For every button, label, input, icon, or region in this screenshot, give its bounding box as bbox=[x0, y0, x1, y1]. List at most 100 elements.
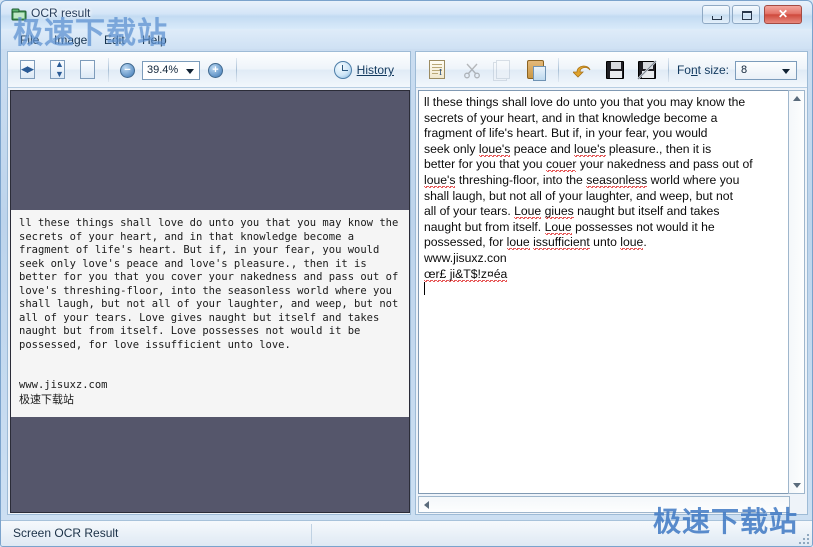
text-run: world where you bbox=[647, 172, 740, 187]
menu-item-help[interactable]: Help bbox=[137, 32, 172, 48]
resize-grip[interactable] bbox=[795, 530, 809, 544]
status-bar: Screen OCR Result bbox=[1, 520, 812, 546]
editor-horizontal-scrollbar[interactable] bbox=[418, 496, 790, 513]
title-bar: OCR result ✕ bbox=[1, 1, 812, 29]
floppy-disk-icon bbox=[606, 61, 624, 79]
zoom-out-icon: − bbox=[124, 64, 131, 76]
text-toolbar-separator bbox=[558, 58, 559, 82]
app-window-icon bbox=[11, 7, 27, 23]
ocr-text-line: fragment of life's heart. But if, in you… bbox=[424, 126, 784, 142]
ocr-text-line: seek only loue's peace and loue's pleasu… bbox=[424, 141, 784, 158]
source-image-viewport[interactable]: ll these things shall love do unto you t… bbox=[10, 90, 410, 513]
actual-size-button[interactable] bbox=[76, 58, 100, 82]
scroll-down-button[interactable] bbox=[789, 478, 804, 493]
text-run: all of your tears. bbox=[424, 204, 515, 219]
undo-button[interactable] bbox=[571, 58, 595, 82]
toolbar-separator-2 bbox=[236, 58, 237, 82]
misspelled-word: loue bbox=[620, 235, 644, 251]
font-size-label-post: t size: bbox=[697, 63, 729, 77]
fit-width-icon: ◀ ▶ bbox=[20, 60, 35, 79]
history-button[interactable]: History bbox=[331, 58, 400, 82]
font-size-combobox[interactable]: 8 bbox=[735, 61, 797, 80]
maximize-icon bbox=[742, 11, 752, 20]
text-run: possesses not would it he bbox=[571, 219, 715, 234]
text-run: threshing-floor, into the bbox=[455, 172, 587, 187]
font-size-label-pre: Fo bbox=[676, 63, 691, 77]
copy-icon bbox=[496, 60, 510, 79]
menu-item-image[interactable]: Image bbox=[49, 32, 92, 48]
select-all-icon: I bbox=[429, 60, 445, 79]
font-size-label-key: n bbox=[690, 63, 698, 77]
misspelled-word: giues bbox=[544, 204, 574, 220]
maximize-button[interactable] bbox=[732, 5, 760, 24]
clipboard-icon bbox=[527, 60, 546, 81]
text-run: naught but itself and takes bbox=[573, 204, 720, 219]
misspelled-word: issufficient bbox=[533, 235, 590, 251]
chevron-down-icon bbox=[186, 69, 194, 74]
image-viewer-panel: ◀ ▶ ▲ ▼ − 39.4% + History ll these thing… bbox=[7, 51, 411, 515]
zoom-in-button[interactable]: + bbox=[208, 63, 223, 78]
ocr-text-line: shall laugh, but not all of your laughte… bbox=[424, 189, 784, 205]
font-size-value: 8 bbox=[741, 64, 748, 76]
text-toolbar: I Font size: 8 bbox=[416, 52, 807, 88]
source-image-watermark: 极速下载站 bbox=[19, 392, 74, 406]
paste-button[interactable] bbox=[524, 58, 548, 82]
minimize-button[interactable] bbox=[702, 5, 730, 24]
text-run: ll these things shall love do unto you t… bbox=[424, 95, 746, 109]
ocr-text-line: possessed, for loue issufficient unto lo… bbox=[424, 235, 784, 251]
fit-width-button[interactable]: ◀ ▶ bbox=[16, 58, 40, 82]
misspelled-word: Loue bbox=[544, 219, 572, 235]
text-run: your nakedness and pass out of bbox=[576, 157, 753, 172]
text-run: fragment of life's heart. But if, in you… bbox=[424, 126, 708, 141]
ocr-text-line: www.jisuxz.con bbox=[424, 251, 784, 267]
misspelled-word: loue's bbox=[478, 141, 511, 157]
misspelled-word: Loue bbox=[514, 204, 542, 220]
misspelled-word: couer bbox=[545, 157, 577, 173]
text-run: naught but from itself. bbox=[424, 219, 545, 234]
undo-arrow-icon bbox=[573, 65, 591, 78]
font-size-label: Font size: bbox=[677, 63, 729, 77]
floppy-disk-save-as-icon bbox=[638, 61, 656, 79]
clock-icon bbox=[333, 61, 352, 79]
menu-item-edit[interactable]: Edit bbox=[99, 32, 130, 48]
toolbar-separator bbox=[108, 58, 109, 82]
scroll-up-button[interactable] bbox=[789, 91, 804, 106]
close-button[interactable]: ✕ bbox=[764, 5, 802, 24]
triangle-left-icon bbox=[424, 500, 429, 509]
triangle-down-icon bbox=[792, 483, 801, 488]
misspelled-word: loue's bbox=[424, 172, 456, 188]
save-button[interactable] bbox=[603, 58, 627, 82]
text-run: peace and bbox=[510, 141, 575, 156]
ocr-text-line: loue's threshing-floor, into the seasonl… bbox=[424, 172, 784, 189]
fit-height-button[interactable]: ▲ ▼ bbox=[46, 58, 70, 82]
text-caret-line bbox=[424, 282, 784, 298]
editor-vertical-scrollbar[interactable] bbox=[788, 90, 805, 494]
copy-button[interactable] bbox=[492, 58, 516, 82]
status-text: Screen OCR Result bbox=[13, 526, 119, 540]
source-image-text: ll these things shall love do unto you t… bbox=[11, 210, 409, 417]
scissors-icon bbox=[464, 63, 480, 79]
text-run: www.jisuxz.con bbox=[424, 250, 507, 265]
ocr-text-content: ll these things shall love do unto you t… bbox=[424, 95, 784, 298]
close-icon: ✕ bbox=[777, 7, 789, 21]
select-all-button[interactable]: I bbox=[426, 58, 450, 82]
ocr-text-line: œr£ ji&T$!z¤éa bbox=[424, 266, 784, 283]
ocr-result-window: OCR result ✕ File Image Edit Help 极速下载站 … bbox=[0, 0, 813, 547]
chevron-down-icon bbox=[782, 69, 790, 74]
menu-item-file[interactable]: File bbox=[15, 32, 44, 48]
scroll-left-button[interactable] bbox=[419, 497, 434, 512]
cut-button[interactable] bbox=[460, 58, 484, 82]
zoom-level-combobox[interactable]: 39.4% bbox=[142, 61, 200, 80]
text-run: . bbox=[643, 235, 647, 250]
misspelled-word: loue's bbox=[574, 141, 606, 157]
ocr-text-line: ll these things shall love do unto you t… bbox=[424, 95, 784, 111]
zoom-out-button[interactable]: − bbox=[120, 63, 135, 78]
text-run: secrets of your heart, and in that knowl… bbox=[424, 110, 718, 125]
ocr-text-editor[interactable]: ll these things shall love do unto you t… bbox=[418, 90, 790, 494]
fit-height-icon: ▲ ▼ bbox=[50, 60, 65, 79]
window-title: OCR result bbox=[31, 6, 91, 20]
ocr-text-line: better for you that you couer your naked… bbox=[424, 157, 784, 173]
save-as-button[interactable] bbox=[635, 58, 659, 82]
actual-size-icon bbox=[80, 60, 95, 79]
ocr-text-line: secrets of your heart, and in that knowl… bbox=[424, 111, 784, 127]
